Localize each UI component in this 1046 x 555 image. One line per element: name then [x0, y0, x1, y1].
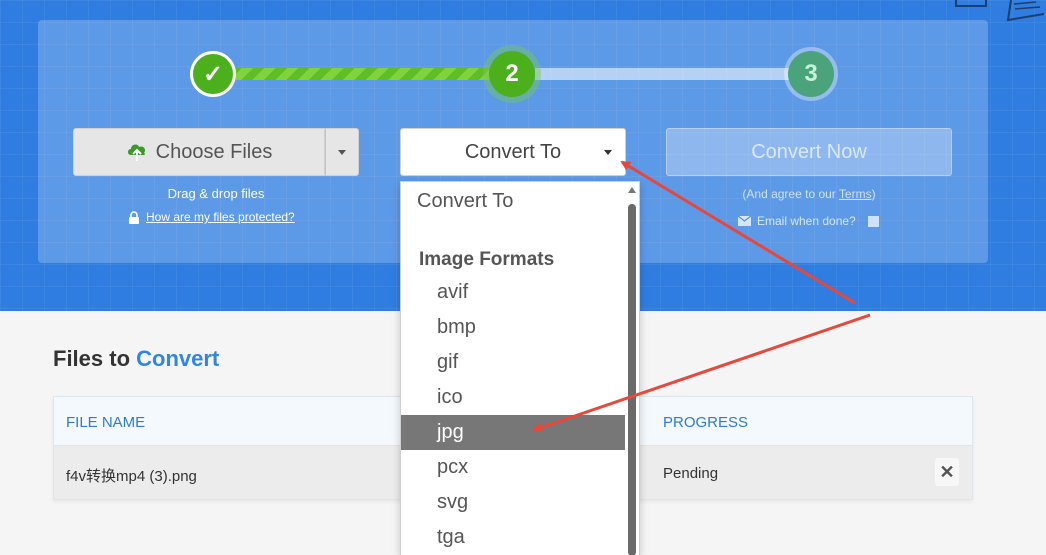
files-protected-link[interactable]: How are my files protected? [128, 210, 295, 224]
convert-now-button[interactable]: Convert Now [666, 128, 952, 176]
step-1-done: ✓ [190, 51, 236, 97]
files-heading: Files to Convert [53, 346, 220, 371]
column-file-name: FILE NAME [66, 414, 146, 431]
format-option-svg[interactable]: svg [401, 485, 626, 520]
scrollbar-thumb[interactable] [628, 204, 636, 555]
lock-icon [129, 210, 139, 224]
cloud-upload-icon [127, 144, 145, 161]
dropdown-scrollbar[interactable] [625, 182, 639, 555]
format-option-ico[interactable]: ico [401, 380, 626, 415]
step-3-upcoming: 3 [788, 51, 834, 97]
convert-to-select[interactable]: Convert To [400, 128, 626, 176]
format-option-avif[interactable]: avif [401, 275, 626, 310]
caret-down-icon [604, 150, 612, 155]
choose-files-button[interactable]: Choose Files [73, 128, 325, 176]
dropdown-header[interactable]: Convert To [417, 190, 513, 213]
format-option-bmp[interactable]: bmp [401, 310, 626, 345]
drag-drop-hint: Drag & drop files [167, 186, 265, 201]
check-icon: ✓ [202, 60, 224, 88]
scroll-up-arrow-icon[interactable] [628, 187, 636, 193]
file-name-cell: f4v转换mp4 (3).png [66, 468, 197, 485]
terms-agreement: (And agree to our Terms) [742, 187, 876, 201]
progress-bar-complete [236, 68, 490, 80]
column-progress: PROGRESS [663, 414, 749, 431]
terms-link[interactable]: Terms [839, 187, 872, 201]
choose-files-label: Choose Files [155, 140, 273, 163]
email-when-done: Email when done? [738, 214, 879, 228]
envelope-icon [738, 216, 751, 226]
convert-to-label: Convert To [464, 140, 562, 163]
progress-cell: Pending [663, 465, 719, 482]
progress-bar-pending [535, 68, 789, 80]
step-2-current: 2 [489, 51, 535, 97]
remove-file-button[interactable]: ✕ [935, 458, 959, 486]
choose-files-dropdown-toggle[interactable] [325, 128, 359, 176]
caret-down-icon [338, 149, 346, 155]
close-icon: ✕ [939, 461, 955, 482]
email-when-done-checkbox[interactable] [867, 215, 879, 227]
dropdown-group-image-formats: Image Formats [419, 249, 555, 270]
convert-to-dropdown: Convert To Image Formats avif bmp gif ic… [400, 181, 640, 555]
format-option-jpg[interactable]: jpg [401, 415, 626, 450]
format-option-gif[interactable]: gif [401, 345, 626, 380]
format-option-pcx[interactable]: pcx [401, 450, 626, 485]
format-option-tga[interactable]: tga [401, 520, 626, 555]
